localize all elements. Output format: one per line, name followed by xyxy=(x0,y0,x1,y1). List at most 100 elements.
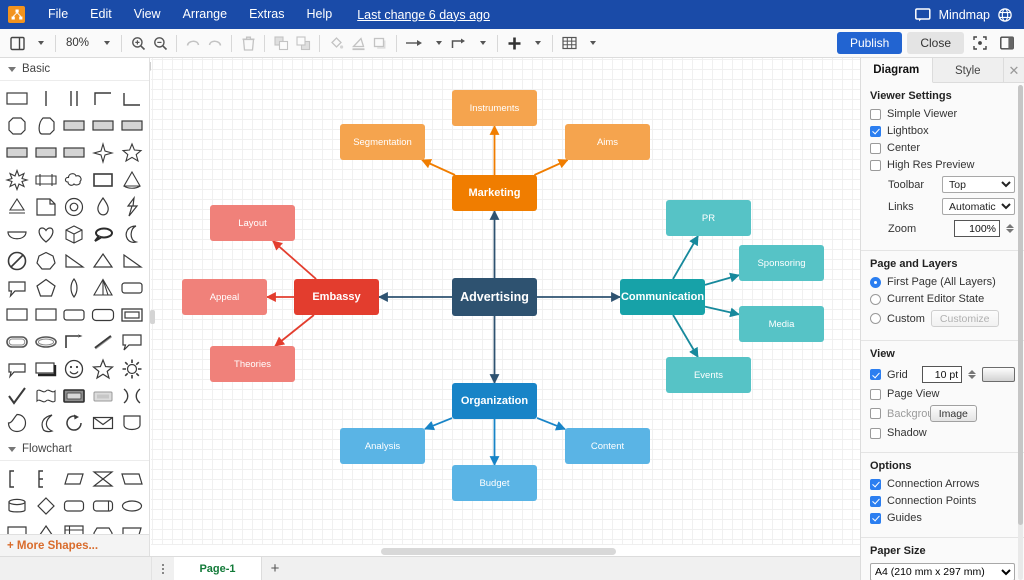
shape-rounded-rectangle[interactable] xyxy=(117,274,146,301)
checkbox-high-res-preview[interactable] xyxy=(870,160,881,171)
shape-double-vertical-line[interactable] xyxy=(60,85,89,112)
menu-view[interactable]: View xyxy=(123,0,172,29)
shape-lightning-bolt[interactable] xyxy=(117,193,146,220)
checkbox-row-page-view[interactable]: Page View xyxy=(870,388,1015,400)
shape-small-callout[interactable] xyxy=(3,355,32,382)
page-tab-page-1[interactable]: Page-1 xyxy=(174,557,262,580)
node-theories[interactable]: Theories xyxy=(210,346,295,382)
shape-flow-parallelogram[interactable] xyxy=(117,465,146,492)
paper-size-select[interactable]: A4 (210 mm x 297 mm) xyxy=(870,563,1015,580)
radio-row-current-editor-state[interactable]: Current Editor State xyxy=(870,293,1015,305)
shape-rounded-rect-wide[interactable] xyxy=(89,301,118,328)
shape-envelope[interactable] xyxy=(89,409,118,436)
checkbox-row-guides[interactable]: Guides xyxy=(870,512,1015,524)
shape-flow-decision[interactable] xyxy=(32,492,61,519)
node-events[interactable]: Events xyxy=(666,357,751,393)
waypoints-icon[interactable] xyxy=(448,32,470,54)
node-communication[interactable]: Communication xyxy=(620,279,705,315)
send-to-back-icon[interactable] xyxy=(292,32,314,54)
toolbar-select[interactable]: Top xyxy=(942,176,1015,193)
node-sponsoring[interactable]: Sponsoring xyxy=(739,245,824,281)
shape-banner[interactable] xyxy=(32,166,61,193)
node-appeal[interactable]: Appeal xyxy=(182,279,267,315)
shape-pyramid[interactable] xyxy=(89,274,118,301)
shape-note[interactable] xyxy=(32,193,61,220)
node-segmentation[interactable]: Segmentation xyxy=(340,124,425,160)
shape-bar-filled-5[interactable] xyxy=(32,139,61,166)
shape-diagonal-line[interactable] xyxy=(89,328,118,355)
checkbox-background[interactable] xyxy=(870,408,881,419)
table-icon[interactable] xyxy=(558,32,580,54)
checkbox-row-connection-points[interactable]: Connection Points xyxy=(870,495,1015,507)
shape-no-symbol[interactable] xyxy=(3,247,32,274)
node-instruments[interactable]: Instruments xyxy=(452,90,537,126)
fill-color-icon[interactable] xyxy=(325,32,347,54)
shape-shaded-rect[interactable] xyxy=(32,355,61,382)
add-page-icon[interactable]: + xyxy=(262,557,288,580)
links-select[interactable]: Automatic xyxy=(942,198,1015,215)
shape-triangle[interactable] xyxy=(89,247,118,274)
file-title[interactable]: Mindmap xyxy=(939,8,990,22)
insert-dropdown[interactable] xyxy=(525,32,547,54)
shape-leaf[interactable] xyxy=(60,274,89,301)
shape-donut[interactable] xyxy=(60,193,89,220)
publish-button[interactable]: Publish xyxy=(837,32,902,54)
shape-bracket-left[interactable] xyxy=(3,465,32,492)
shape-flow-or[interactable] xyxy=(89,465,118,492)
shape-bar-filled-2[interactable] xyxy=(89,112,118,139)
edge-communication-to-sponsoring[interactable] xyxy=(705,275,739,285)
shape-right-triangle-flipped[interactable] xyxy=(117,247,146,274)
shape-section-flowchart[interactable]: Flowchart xyxy=(0,438,149,461)
shape-half-circle[interactable] xyxy=(3,220,32,247)
checkbox-simple-viewer[interactable] xyxy=(870,109,881,120)
checkbox-row-lightbox[interactable]: Lightbox xyxy=(870,125,1015,137)
last-change-link[interactable]: Last change 6 days ago xyxy=(357,8,490,22)
shadow-icon[interactable] xyxy=(369,32,391,54)
menu-help[interactable]: Help xyxy=(296,0,344,29)
edge-embassy-to-layout[interactable] xyxy=(273,241,316,279)
shape-button-flat[interactable] xyxy=(89,382,118,409)
zoom-dropdown[interactable] xyxy=(94,32,116,54)
node-layout[interactable]: Layout xyxy=(210,205,295,241)
edge-communication-to-media[interactable] xyxy=(705,307,739,315)
connection-arrow-icon[interactable] xyxy=(402,32,426,54)
node-analysis[interactable]: Analysis xyxy=(340,428,425,464)
zoom-level[interactable]: 80% xyxy=(61,32,94,54)
edge-organization-to-content[interactable] xyxy=(537,418,565,429)
shape-button-3d[interactable] xyxy=(60,382,89,409)
menu-extras[interactable]: Extras xyxy=(238,0,295,29)
shape-x-cross[interactable] xyxy=(117,382,146,409)
shape-bar-filled-4[interactable] xyxy=(3,139,32,166)
globe-icon[interactable] xyxy=(998,8,1012,22)
shape-eight-point-star[interactable] xyxy=(3,166,32,193)
shape-cone[interactable] xyxy=(117,166,146,193)
shape-wave[interactable] xyxy=(32,382,61,409)
shape-smiley[interactable] xyxy=(60,355,89,382)
shape-pentagon[interactable] xyxy=(32,274,61,301)
edge-communication-to-pr[interactable] xyxy=(673,236,698,279)
node-aims[interactable]: Aims xyxy=(565,124,650,160)
plus-icon[interactable] xyxy=(503,32,525,54)
fullscreen-icon[interactable] xyxy=(969,32,991,54)
radio-first-page[interactable] xyxy=(870,277,881,288)
close-button[interactable]: Close xyxy=(907,32,964,54)
undo-icon[interactable] xyxy=(182,32,204,54)
shape-inset-rect[interactable] xyxy=(117,301,146,328)
redo-icon[interactable] xyxy=(204,32,226,54)
connection-arrow-dropdown[interactable] xyxy=(426,32,448,54)
node-content[interactable]: Content xyxy=(565,428,650,464)
shape-rectangle[interactable] xyxy=(3,85,32,112)
close-icon[interactable]: ✕ xyxy=(1004,58,1024,83)
grid-size-input[interactable] xyxy=(922,366,962,383)
checkbox-row-center[interactable]: Center xyxy=(870,142,1015,154)
node-media[interactable]: Media xyxy=(739,306,824,342)
shape-checkmark[interactable] xyxy=(3,382,32,409)
shape-flow-process-rounded[interactable] xyxy=(60,492,89,519)
page-view-dropdown[interactable] xyxy=(28,32,50,54)
edge-marketing-to-aims[interactable] xyxy=(534,160,567,175)
shape-heart[interactable] xyxy=(32,220,61,247)
grid-size-stepper[interactable] xyxy=(968,370,976,379)
checkbox-lightbox[interactable] xyxy=(870,126,881,137)
tab-diagram[interactable]: Diagram xyxy=(861,58,933,83)
shape-pac-shape[interactable] xyxy=(3,409,32,436)
